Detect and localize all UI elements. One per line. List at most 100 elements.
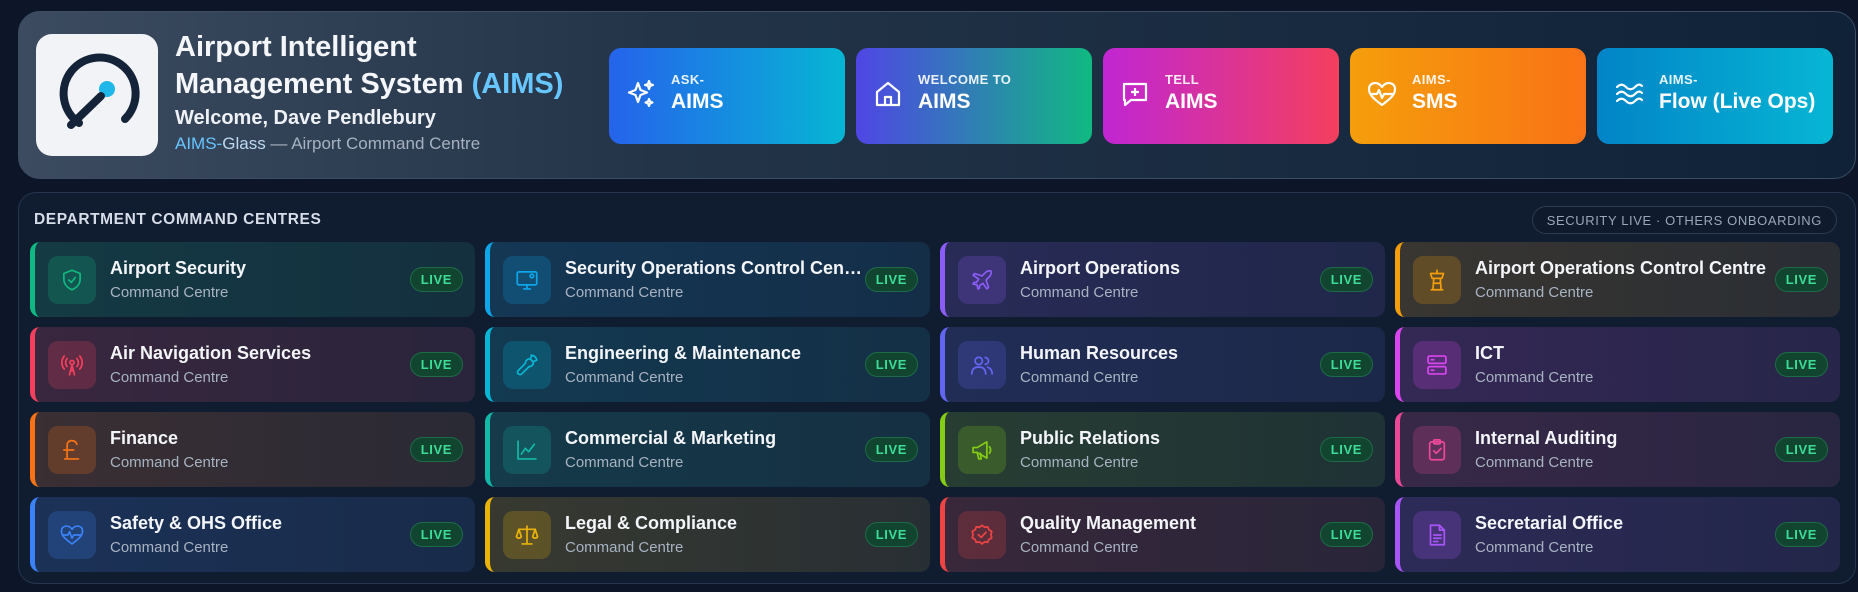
dept-subtitle: Command Centre <box>1020 284 1139 301</box>
ask-aims-button[interactable]: ASK- AIMS <box>609 48 845 144</box>
dept-card-secretarial-office[interactable]: Secretarial Office Command Centre LIVE <box>1395 497 1840 572</box>
dept-subtitle: Command Centre <box>110 539 229 556</box>
department-grid: Airport Security Command Centre LIVE Securi… <box>30 242 1840 572</box>
monitor-icon <box>503 256 551 304</box>
dept-subtitle: Command Centre <box>1475 454 1594 471</box>
dept-subtitle: Command Centre <box>1475 369 1594 386</box>
control-tower-icon <box>1413 256 1461 304</box>
dept-name: ICT <box>1475 343 1504 363</box>
tell-aims-small-label: TELL <box>1165 72 1200 87</box>
dept-card-air-navigation-services[interactable]: Air Navigation Services Command Centre LIV… <box>30 327 475 402</box>
dept-name: Public Relations <box>1020 428 1161 448</box>
live-badge: LIVE <box>409 437 463 462</box>
welcome-to-aims-label: AIMS <box>918 90 971 113</box>
dept-name: Airport Security <box>110 258 247 278</box>
dept-name: Secretarial Office <box>1475 513 1624 533</box>
dept-card-ict[interactable]: ICT Command Centre LIVE <box>1395 327 1840 402</box>
dept-card-commercial-and-marketing[interactable]: Commercial & Marketing Command Centre LIVE <box>485 412 930 487</box>
dept-name: Human Resources <box>1020 343 1179 363</box>
aims-sms-small-label: AIMS- <box>1412 72 1451 87</box>
live-badge: LIVE <box>409 352 463 377</box>
dept-card-finance[interactable]: Finance Command Centre LIVE <box>30 412 475 487</box>
aims-flow-label: Flow (Live Ops) <box>1659 90 1816 113</box>
live-badge: LIVE <box>1319 437 1373 462</box>
dept-card-airport-operations-control-centre[interactable]: Airport Operations Control Centre Command… <box>1395 242 1840 317</box>
sparkles-icon <box>627 79 655 108</box>
dept-card-engineering-and-maintenance[interactable]: Engineering & Maintenance Command Centre L… <box>485 327 930 402</box>
aims-sms-button[interactable]: AIMS- SMS <box>1350 48 1586 144</box>
live-badge: LIVE <box>864 522 918 547</box>
dept-card-public-relations[interactable]: Public Relations Command Centre LIVE <box>940 412 1385 487</box>
dept-subtitle: Command Centre <box>1475 284 1594 301</box>
scale-icon <box>503 511 551 559</box>
dept-card-safety-and-ohs-office[interactable]: Safety & OHS Office Command Centre LIVE <box>30 497 475 572</box>
dept-card-security-operations-control-centre[interactable]: Security Operations Control Centre Comman… <box>485 242 930 317</box>
ask-aims-label: AIMS <box>671 90 724 113</box>
heart-pulse-icon <box>1367 81 1397 107</box>
file-text-icon <box>1413 511 1461 559</box>
pound-icon <box>48 426 96 474</box>
dept-subtitle: Command Centre <box>565 539 684 556</box>
waves-icon <box>1615 83 1644 105</box>
live-badge: LIVE <box>1774 352 1828 377</box>
dept-subtitle: Command Centre <box>110 369 229 386</box>
dept-name: Air Navigation Services <box>110 343 312 363</box>
dept-name: Security Operations Control Centre <box>565 258 865 278</box>
dept-name: Finance <box>110 428 179 448</box>
brand-block: Airport Intelligent Management System (A… <box>175 29 615 154</box>
tell-aims-button[interactable]: TELL AIMS <box>1103 48 1339 144</box>
live-badge: LIVE <box>864 267 918 292</box>
welcome-to-aims-small-label: WELCOME TO <box>918 72 1012 87</box>
live-badge: LIVE <box>1774 522 1828 547</box>
badge-check-icon <box>958 511 1006 559</box>
aims-sms-label: SMS <box>1412 90 1458 113</box>
live-badge: LIVE <box>1319 267 1373 292</box>
megaphone-icon <box>958 426 1006 474</box>
dept-card-quality-management[interactable]: Quality Management Command Centre LIVE <box>940 497 1385 572</box>
dept-card-internal-auditing[interactable]: Internal Auditing Command Centre LIVE <box>1395 412 1840 487</box>
dept-name: Safety & OHS Office <box>110 513 283 533</box>
message-plus-icon <box>1122 82 1148 107</box>
dept-subtitle: Command Centre <box>1020 369 1139 386</box>
clipboard-check-icon <box>1413 426 1461 474</box>
dept-card-airport-operations[interactable]: Airport Operations Command Centre LIVE <box>940 242 1385 317</box>
department-panel-title: DEPARTMENT COMMAND CENTRES <box>34 211 322 228</box>
server-icon <box>1413 341 1461 389</box>
app-title-acronym: (AIMS) <box>471 68 564 100</box>
dept-card-human-resources[interactable]: Human Resources Command Centre LIVE <box>940 327 1385 402</box>
dept-name: Commercial & Marketing <box>565 428 777 448</box>
live-badge: LIVE <box>1774 267 1828 292</box>
welcome-to-aims-button[interactable]: WELCOME TO AIMS <box>856 48 1092 144</box>
wrench-icon <box>503 341 551 389</box>
dept-name: Internal Auditing <box>1475 428 1618 448</box>
dept-name: Airport Operations <box>1020 258 1181 278</box>
users-icon <box>958 341 1006 389</box>
chart-line-icon <box>503 426 551 474</box>
dept-name: Legal & Compliance <box>565 513 738 533</box>
aims-flow-small-label: AIMS- <box>1659 72 1698 87</box>
dept-card-legal-and-compliance[interactable]: Legal & Compliance Command Centre LIVE <box>485 497 930 572</box>
live-badge: LIVE <box>1319 522 1373 547</box>
dept-subtitle: Command Centre <box>110 454 229 471</box>
welcome-text: Welcome, Dave Pendlebury <box>175 107 436 129</box>
live-badge: LIVE <box>1774 437 1828 462</box>
dept-card-airport-security[interactable]: Airport Security Command Centre LIVE <box>30 242 475 317</box>
department-panel: DEPARTMENT COMMAND CENTRES SECURITY LIVE… <box>18 192 1856 584</box>
aims-flow-button[interactable]: AIMS- Flow (Live Ops) <box>1597 48 1833 144</box>
heart-pulse-icon <box>48 511 96 559</box>
dept-subtitle: Command Centre <box>110 284 229 301</box>
live-badge: LIVE <box>864 352 918 377</box>
dept-subtitle: Command Centre <box>565 369 684 386</box>
status-badge: SECURITY LIVE · OTHERS ONBOARDING <box>1531 206 1837 234</box>
live-badge: LIVE <box>864 437 918 462</box>
dept-name: Engineering & Maintenance <box>565 343 802 363</box>
sub-brand-line: AIMS-Glass — Airport Command Centre <box>175 134 481 153</box>
aims-logo <box>36 34 158 156</box>
radio-tower-icon <box>48 341 96 389</box>
live-badge: LIVE <box>409 267 463 292</box>
tell-aims-label: AIMS <box>1165 90 1218 113</box>
app-header: Airport Intelligent Management System (A… <box>18 11 1856 179</box>
dept-subtitle: Command Centre <box>1020 539 1139 556</box>
ask-aims-small-label: ASK- <box>671 72 705 87</box>
app-title: Airport Intelligent Management System (A… <box>175 31 564 100</box>
